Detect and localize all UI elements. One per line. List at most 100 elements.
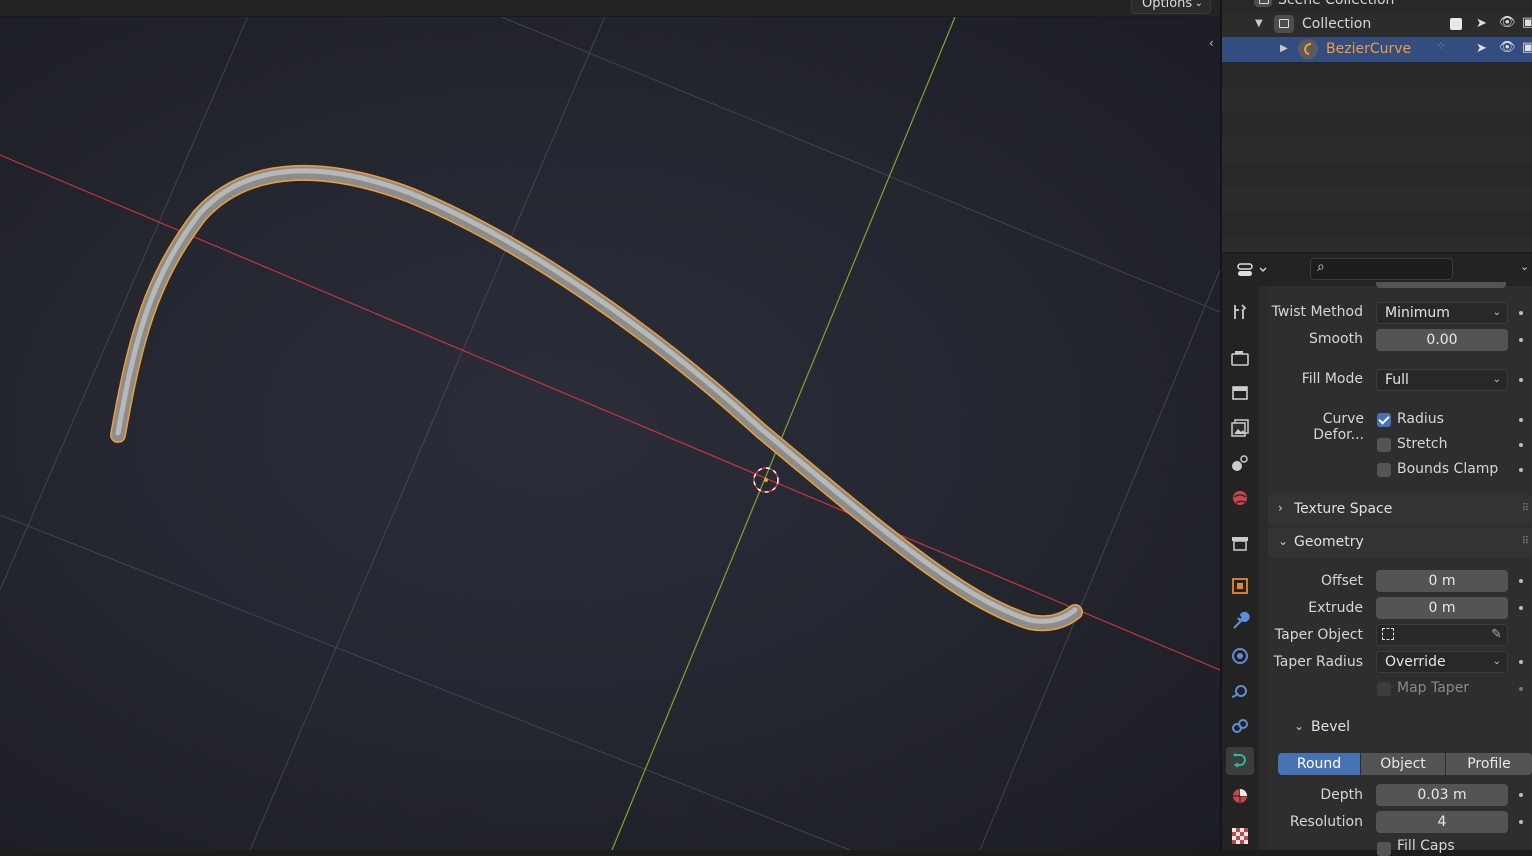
tab-world[interactable]	[1226, 484, 1254, 512]
bezier-curve-object[interactable]	[110, 164, 1083, 632]
taper-object-field[interactable]: ✎	[1376, 624, 1508, 646]
keyframe-dot[interactable]	[1519, 820, 1523, 824]
smooth-field[interactable]: 0.00	[1376, 329, 1508, 351]
drag-handle-icon[interactable]: ⠿	[1522, 503, 1529, 514]
stretch-checkbox[interactable]	[1377, 438, 1391, 452]
wrench-icon	[1233, 611, 1250, 629]
texture-icon	[1232, 828, 1248, 844]
radius-checkbox[interactable]	[1377, 413, 1391, 427]
bevel-mode-round[interactable]: Round	[1278, 753, 1360, 775]
bevel-mode-profile[interactable]: Profile	[1446, 753, 1532, 775]
twist-method-dropdown[interactable]: Minimum ⌄	[1376, 302, 1508, 324]
keyframe-dot[interactable]	[1519, 579, 1523, 583]
bevel-mode-object[interactable]: Object	[1361, 753, 1445, 775]
keyframe-dot[interactable]	[1519, 793, 1523, 797]
map-taper-checkbox[interactable]	[1377, 682, 1391, 696]
map-taper-label: Map Taper	[1397, 680, 1470, 696]
tab-material[interactable]	[1226, 782, 1254, 810]
offset-field[interactable]: 0 m	[1376, 570, 1508, 592]
properties-search-input[interactable]: ⌕	[1310, 258, 1453, 280]
curve-data-icon[interactable]: ⁘	[1436, 39, 1446, 53]
tab-collection[interactable]	[1226, 529, 1254, 557]
depth-label: Depth	[1320, 787, 1363, 803]
eye-icon[interactable]: 👁	[1499, 40, 1516, 55]
tab-texture[interactable]	[1226, 822, 1254, 850]
exclude-checkbox[interactable]	[1450, 18, 1462, 30]
outliner: Scene Collection ▼ Collection ➤ 👁 ▣ ▶ Be…	[1222, 0, 1532, 252]
texture-space-title: Texture Space	[1294, 501, 1393, 517]
texture-space-panel-header[interactable]: › Texture Space ⠿	[1268, 495, 1532, 525]
camera-icon[interactable]: ▣	[1522, 15, 1532, 30]
bounds-clamp-checkbox[interactable]	[1377, 463, 1391, 477]
chevron-down-icon[interactable]: ⌄	[1520, 260, 1529, 273]
keyframe-dot[interactable]	[1519, 378, 1523, 382]
selectable-arrow-icon[interactable]: ➤	[1476, 41, 1487, 56]
collection-icon	[1274, 15, 1294, 33]
bevel-panel-header[interactable]: ⌄ Bevel	[1268, 713, 1532, 743]
depth-field[interactable]: 0.03 m	[1376, 784, 1508, 806]
viewport-scene	[0, 0, 1220, 850]
tab-scene[interactable]	[1226, 449, 1254, 477]
tab-curve-data[interactable]	[1226, 747, 1254, 775]
tab-tool[interactable]	[1226, 298, 1254, 326]
outliner-row-beziercurve[interactable]: ▶ BezierCurve ⁘ ➤ 👁 ▣	[1222, 37, 1532, 62]
keyframe-dot[interactable]	[1519, 660, 1523, 664]
keyframe-dot[interactable]	[1519, 687, 1523, 691]
chevron-down-icon: ⌄	[1492, 307, 1501, 318]
fill-mode-value: Full	[1385, 372, 1409, 388]
keyframe-dot[interactable]	[1519, 606, 1523, 610]
expand-right-icon[interactable]: ▶	[1280, 43, 1288, 54]
twist-method-label: Twist Method	[1271, 304, 1363, 320]
y-axis-line	[611, 0, 963, 850]
expand-down-icon[interactable]: ▼	[1255, 18, 1263, 29]
drag-handle-icon[interactable]: ⠿	[1522, 536, 1529, 547]
floor-grid	[0, 0, 1220, 850]
tab-render[interactable]	[1226, 344, 1254, 372]
viewport-header	[0, 0, 1220, 17]
chevron-down-icon: ⌄	[1278, 534, 1289, 548]
eye-icon[interactable]: 👁	[1499, 15, 1516, 30]
resolution-field[interactable]: 4	[1376, 811, 1508, 833]
options-dropdown[interactable]: Options ⌄	[1131, 0, 1211, 14]
camera-icon[interactable]: ▣	[1522, 40, 1532, 55]
fill-caps-checkbox[interactable]	[1377, 842, 1391, 856]
fill-mode-dropdown[interactable]: Full ⌄	[1376, 369, 1508, 391]
tab-modifiers[interactable]	[1226, 607, 1254, 635]
chevron-down-icon: ⌄	[1492, 374, 1501, 385]
geometry-title: Geometry	[1294, 534, 1364, 550]
outliner-row-collection[interactable]: ▼ Collection ➤ 👁 ▣	[1222, 12, 1532, 37]
tab-constraints[interactable]	[1226, 712, 1254, 740]
tab-particles[interactable]	[1226, 642, 1254, 670]
editor-type-icon[interactable]	[1234, 259, 1270, 281]
beziercurve-label: BezierCurve	[1326, 41, 1412, 57]
3d-viewport[interactable]: Options ⌄ ‹	[0, 0, 1220, 850]
properties-editor: ⌕ ⌄ Twist Method Minimum ⌄ Smooth 0.00 F…	[1222, 254, 1532, 856]
tab-physics[interactable]	[1226, 677, 1254, 705]
taper-radius-dropdown[interactable]: Override ⌄	[1376, 651, 1508, 673]
keyframe-dot[interactable]	[1519, 311, 1523, 315]
physics-icon	[1231, 685, 1247, 698]
keyframe-dot[interactable]	[1519, 338, 1523, 342]
outliner-empty-row	[1222, 87, 1532, 112]
taper-radius-label: Taper Radius	[1273, 654, 1363, 670]
object-icon	[1382, 628, 1394, 640]
view-layer-icon	[1231, 419, 1249, 437]
object-icon	[1232, 578, 1248, 594]
keyframe-dot[interactable]	[1519, 418, 1523, 422]
keyframe-dot[interactable]	[1519, 468, 1523, 472]
sidebar-toggle-icon[interactable]: ‹	[1209, 36, 1214, 50]
keyframe-dot[interactable]	[1519, 443, 1523, 447]
tab-view-layer[interactable]	[1226, 414, 1254, 442]
tab-output[interactable]	[1226, 379, 1254, 407]
eyedropper-icon[interactable]: ✎	[1491, 625, 1502, 645]
curve-deform-label: Curve Defor...	[1313, 411, 1364, 443]
output-icon	[1232, 386, 1248, 400]
tab-object[interactable]	[1226, 572, 1254, 600]
chevron-down-icon: ⌄	[1492, 656, 1501, 667]
geometry-panel-header[interactable]: ⌄ Geometry ⠿	[1268, 528, 1532, 558]
selectable-arrow-icon[interactable]: ➤	[1476, 16, 1487, 31]
3d-cursor-icon[interactable]	[753, 467, 779, 493]
chevron-down-icon: ⌄	[1194, 0, 1203, 9]
scene-collection-label: Scene Collection	[1278, 0, 1395, 8]
extrude-field[interactable]: 0 m	[1376, 597, 1508, 619]
